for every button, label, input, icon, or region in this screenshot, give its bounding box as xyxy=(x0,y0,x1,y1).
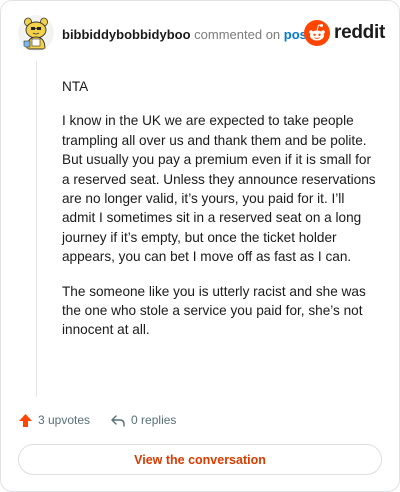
reply-button[interactable]: 0 replies xyxy=(110,413,176,428)
comment-paragraph: NTA xyxy=(62,79,89,94)
comment-body: NTA I know in the UK we are expected to … xyxy=(62,77,380,340)
comment-header: bibbiddybobbidyboo commented on post red… xyxy=(18,15,385,53)
username-link[interactable]: bibbiddybobbidyboo xyxy=(62,27,191,42)
thread-line xyxy=(36,61,37,397)
user-avatar-icon[interactable] xyxy=(18,15,54,51)
comment-paragraph: The someone like you is utterly racist a… xyxy=(62,283,366,338)
comment-actions: 3 upvotes 0 replies xyxy=(18,411,176,429)
upvote-arrow-icon xyxy=(19,413,32,427)
view-conversation-button[interactable]: View the conversation xyxy=(18,444,382,475)
upvote-count: 3 upvotes xyxy=(38,413,91,427)
commented-on-text: commented on xyxy=(194,27,281,42)
upvote-button[interactable]: 3 upvotes xyxy=(18,413,90,428)
reply-count: 0 replies xyxy=(131,413,177,427)
comment-byline: bibbiddybobbidyboo commented on post xyxy=(62,27,311,43)
reddit-logo-icon xyxy=(304,20,331,46)
comment-paragraph: I know in the UK we are expected to take… xyxy=(62,113,376,265)
comment-card: bibbiddybobbidyboo commented on post red… xyxy=(0,0,400,492)
reddit-wordmark: reddit xyxy=(334,22,385,43)
reddit-logo[interactable]: reddit xyxy=(304,20,385,46)
reply-arrow-icon xyxy=(111,414,125,427)
